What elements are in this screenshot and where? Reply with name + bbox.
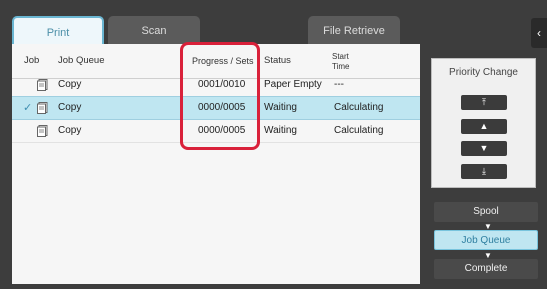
header-job: Job bbox=[24, 55, 40, 66]
start-time-cell: Calculating bbox=[334, 125, 384, 136]
progress-column-highlight bbox=[180, 42, 260, 150]
status-cell: Waiting bbox=[264, 125, 297, 136]
start-time-cell: --- bbox=[334, 79, 344, 90]
job-queue-cell: Copy bbox=[58, 125, 82, 136]
spool-button[interactable]: Spool bbox=[434, 202, 538, 222]
down-connector-icon: ▼ bbox=[484, 222, 492, 231]
status-cell: Paper Empty bbox=[264, 79, 322, 90]
job-queue-cell: Copy bbox=[58, 102, 82, 113]
header-start-line2: Time bbox=[332, 62, 350, 71]
tab-print[interactable]: Print bbox=[12, 16, 104, 46]
copy-job-icon bbox=[37, 79, 48, 91]
collapse-panel-button[interactable]: ‹ bbox=[531, 18, 547, 48]
header-start-line1: Start bbox=[332, 52, 349, 61]
move-up-button[interactable]: ▲ bbox=[461, 119, 507, 134]
move-to-bottom-button[interactable]: ⤓ bbox=[461, 164, 507, 179]
header-status: Status bbox=[264, 55, 291, 66]
job-queue-button[interactable]: Job Queue bbox=[434, 230, 538, 250]
priority-change-title: Priority Change bbox=[449, 67, 518, 78]
start-time-cell: Calculating bbox=[334, 102, 384, 113]
status-cell: Waiting bbox=[264, 102, 297, 113]
copy-job-icon bbox=[37, 125, 48, 137]
check-icon: ✓ bbox=[23, 102, 33, 114]
priority-change-box: Priority Change ⤒ ▲ ▼ ⤓ bbox=[431, 58, 536, 188]
move-down-button[interactable]: ▼ bbox=[461, 141, 507, 156]
complete-button[interactable]: Complete bbox=[434, 259, 538, 279]
tab-file-retrieve[interactable]: File Retrieve bbox=[308, 16, 400, 46]
copy-job-icon bbox=[37, 102, 48, 114]
job-queue-cell: Copy bbox=[58, 79, 82, 90]
down-connector-icon: ▼ bbox=[484, 251, 492, 260]
header-job-queue: Job Queue bbox=[58, 55, 105, 66]
move-to-top-button[interactable]: ⤒ bbox=[461, 95, 507, 110]
